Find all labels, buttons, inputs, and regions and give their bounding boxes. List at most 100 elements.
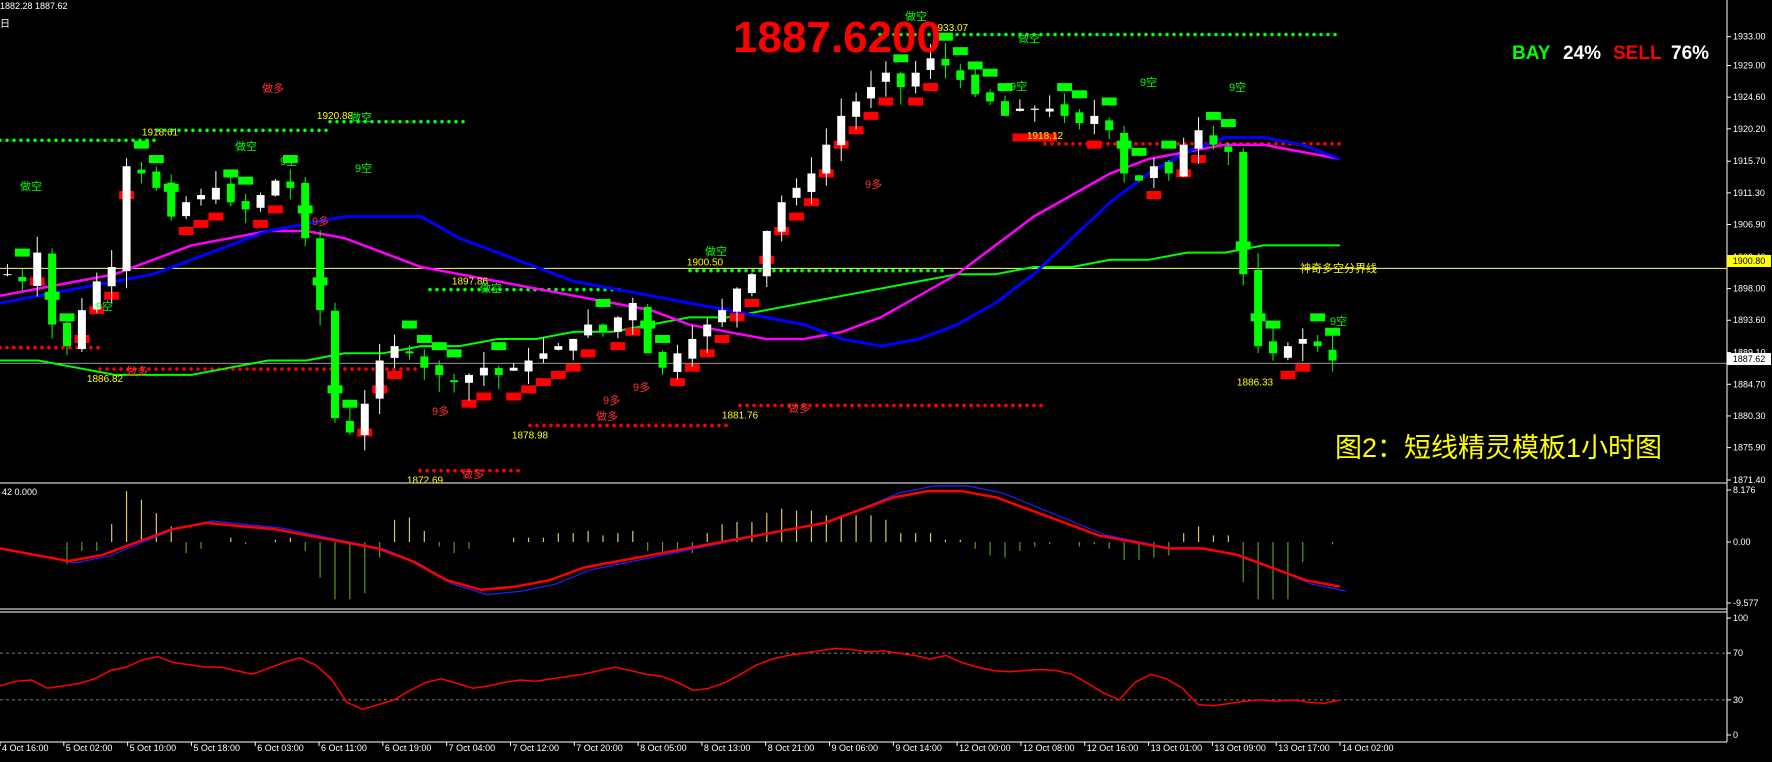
resistance-dot — [405, 119, 409, 124]
support-dot — [105, 367, 109, 371]
resistance-dot — [856, 268, 860, 273]
resistance-dot — [461, 119, 465, 124]
resistance-dot — [377, 119, 381, 124]
y-tick-label: 1915.70 — [1733, 156, 1766, 166]
signal-label: 做空 — [20, 179, 42, 193]
candle-body — [465, 374, 473, 383]
resistance-dot — [1256, 32, 1260, 37]
support-dot — [175, 367, 179, 371]
support-dot — [633, 423, 637, 428]
support-dot — [89, 345, 93, 350]
resistance-dot — [505, 287, 509, 292]
support-dot — [745, 403, 749, 408]
ribbon-block — [908, 97, 924, 106]
ribbon-block — [1086, 140, 1102, 149]
support-dot — [1018, 403, 1022, 408]
candle-body — [1030, 108, 1039, 110]
resistance-dot — [449, 287, 453, 292]
ribbon-block — [863, 111, 879, 120]
support-dot — [969, 403, 973, 408]
resistance-dot — [709, 268, 713, 273]
ribbon-block — [1310, 313, 1326, 322]
price-annotation: 1920.88 — [317, 111, 354, 122]
support-dot — [913, 403, 917, 408]
support-dot — [119, 367, 123, 371]
candle-body — [539, 353, 548, 359]
ribbon-block — [1206, 111, 1221, 120]
current-price-label: 1887.62 — [1733, 354, 1766, 364]
support-dot — [280, 367, 284, 371]
support-dot — [661, 423, 665, 428]
resistance-dot — [240, 128, 244, 133]
candle-body — [1149, 166, 1158, 179]
resistance-dot — [589, 287, 593, 292]
resistance-dot — [275, 128, 279, 133]
resistance-dot — [1158, 32, 1162, 37]
candle-body — [733, 288, 741, 312]
support-dot — [976, 403, 980, 408]
resistance-dot — [884, 268, 888, 273]
ribbon-block — [1057, 83, 1072, 92]
support-dot — [927, 403, 931, 408]
x-tick-label: 6 Oct 03:00 — [257, 743, 304, 753]
candle-body — [822, 144, 831, 174]
support-dot — [350, 367, 354, 371]
ribbon-block — [744, 298, 760, 307]
x-tick-label: 6 Oct 11:00 — [321, 743, 367, 753]
resistance-dot — [976, 32, 980, 37]
signal-label: 9空 — [280, 154, 297, 168]
support-dot — [857, 403, 861, 408]
support-dot — [47, 345, 51, 350]
resistance-dot — [835, 268, 839, 273]
support-dot — [647, 423, 651, 428]
resistance-dot — [191, 128, 195, 133]
ribbon-block — [14, 248, 30, 257]
support-dot — [619, 423, 623, 428]
resistance-dot — [1053, 32, 1057, 37]
resistance-dot — [940, 268, 944, 273]
support-dot — [1323, 141, 1327, 146]
resistance-dot — [723, 268, 727, 273]
resistance-dot — [779, 268, 783, 273]
support-dot — [962, 403, 966, 408]
resistance-dot — [1270, 32, 1274, 37]
candle-body — [1239, 151, 1248, 275]
support-dot — [892, 403, 896, 408]
resistance-dot — [561, 287, 565, 292]
candle-body — [628, 302, 637, 321]
x-tick-label: 8 Oct 21:00 — [768, 743, 815, 753]
resistance-dot — [254, 128, 258, 133]
resistance-dot — [898, 268, 902, 273]
candle-body — [777, 202, 786, 232]
ribbon-block — [789, 212, 804, 221]
support-dot — [301, 367, 305, 371]
candle-body — [896, 73, 905, 88]
candle-body — [420, 356, 429, 368]
resistance-dot — [103, 138, 107, 143]
support-dot — [26, 345, 30, 350]
resistance-dot — [282, 128, 286, 133]
candle-body — [450, 380, 459, 383]
candle-body — [256, 195, 265, 208]
support-dot — [1190, 141, 1194, 146]
candle-body — [792, 187, 801, 198]
resistance-dot — [891, 268, 895, 273]
candle-body — [1090, 115, 1099, 124]
ribbon-block — [1101, 97, 1117, 106]
candle-body — [1224, 146, 1233, 152]
resistance-dot — [1207, 32, 1211, 37]
support-dot — [829, 403, 833, 408]
support-dot — [1004, 403, 1008, 408]
resistance-dot — [519, 287, 523, 292]
support-dot — [1337, 141, 1341, 146]
signal-label: 9多 — [312, 214, 329, 228]
support-dot — [1309, 141, 1313, 146]
support-dot — [871, 403, 875, 408]
support-dot — [1148, 141, 1152, 146]
resistance-dot — [1193, 32, 1197, 37]
candle-body — [1060, 104, 1069, 116]
macd-y-tick-label: 8.176 — [1733, 485, 1756, 495]
support-dot — [1274, 141, 1278, 146]
resistance-dot — [582, 287, 586, 292]
bay-label: BAY — [1512, 43, 1551, 64]
